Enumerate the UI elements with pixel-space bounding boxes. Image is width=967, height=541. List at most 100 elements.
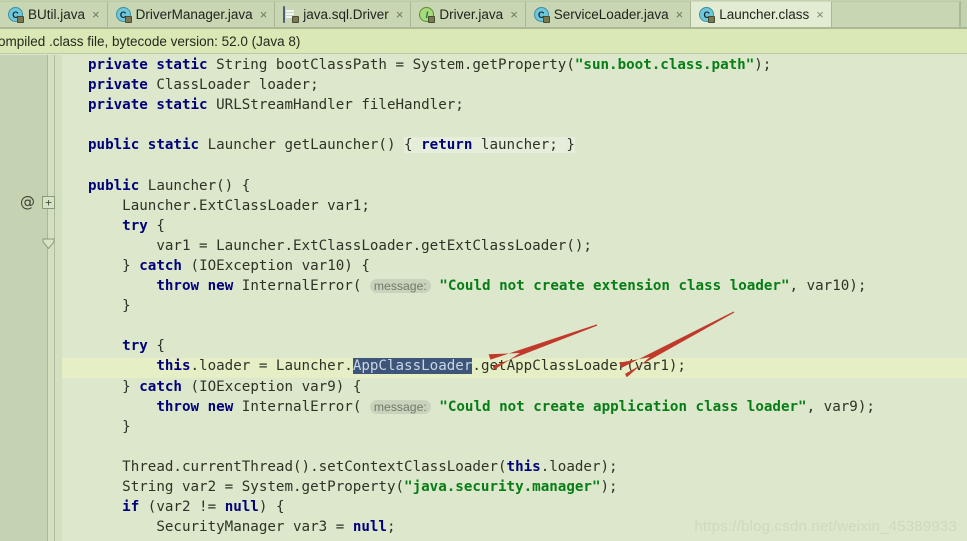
editor-tab-butil-java[interactable]: C BUtil.java × <box>0 1 108 27</box>
code-identifier: ClassLoader loader; <box>147 77 319 94</box>
code-identifier: { <box>147 217 165 234</box>
library-class-icon <box>283 6 300 23</box>
code-identifier: } <box>122 378 140 395</box>
inline-folded-keyword[interactable]: return <box>421 137 473 154</box>
code-line: private static String bootClassPath = Sy… <box>62 55 967 75</box>
fold-guide-line <box>54 55 55 541</box>
code-text-area[interactable]: private static String bootClassPath = Sy… <box>62 55 967 541</box>
code-line: if (var2 != null) { <box>62 497 967 517</box>
code-identifier: SecurityManager var3 = <box>156 519 353 536</box>
tab-bar-empty-slot <box>831 1 960 27</box>
fold-expand-icon[interactable]: + <box>42 196 55 209</box>
code-line: Launcher.ExtClassLoader var1; <box>62 196 967 216</box>
code-identifier: .loader); <box>540 458 618 475</box>
code-line: private ClassLoader loader; <box>62 75 967 95</box>
code-string-literal: "java.security.manager" <box>404 478 601 495</box>
code-keyword: private <box>88 97 148 114</box>
code-identifier: var1 = Launcher.ExtClassLoader.getExtCla… <box>156 237 592 254</box>
code-identifier: } <box>122 298 131 315</box>
code-identifier: .getAppClassLoader(var1); <box>472 358 686 375</box>
java-class-icon: C <box>533 7 550 23</box>
editor-tab-launcher-class[interactable]: C Launcher.class × <box>691 1 832 27</box>
close-icon[interactable]: × <box>676 8 684 21</box>
code-keyword: catch <box>139 257 182 274</box>
code-line: try { <box>62 216 967 236</box>
code-keyword: static <box>156 57 208 73</box>
inline-folded-block[interactable]: { <box>404 137 422 154</box>
editor-tab-java-sql-driver[interactable]: java.sql.Driver × <box>275 1 412 27</box>
code-string-literal: "Could not create application class load… <box>439 398 807 415</box>
code-line: } catch (IOException var10) { <box>62 256 967 276</box>
editor-gutter[interactable] <box>0 55 48 541</box>
editor-tab-bar: C BUtil.java × C DriverManager.java × java.sql… <box>0 0 967 27</box>
banner-text: ompiled .class file, bytecode version: 5… <box>0 33 301 49</box>
code-identifier: (var2 != <box>139 499 225 516</box>
code-keyword: static <box>156 97 208 114</box>
editor-tab-label: Driver.java <box>439 7 504 22</box>
code-identifier: ); <box>600 478 618 495</box>
code-identifier: Launcher getLauncher() <box>199 137 405 154</box>
code-keyword: throw <box>156 278 200 295</box>
code-keyword: null <box>224 499 259 516</box>
code-identifier: Launcher.ExtClassLoader var1; <box>122 197 370 214</box>
code-keyword: public <box>88 177 140 194</box>
code-keyword: this <box>156 358 191 375</box>
code-identifier <box>199 278 208 294</box>
inline-folded-block[interactable]: launcher; } <box>472 137 575 154</box>
code-identifier: , var9); <box>806 398 875 415</box>
code-identifier: (IOException var10) { <box>181 257 370 274</box>
code-keyword: new <box>207 278 234 295</box>
java-interface-icon: I <box>419 7 436 23</box>
close-icon[interactable]: × <box>816 8 824 21</box>
code-folding-strip[interactable] <box>48 55 62 541</box>
override-marker-icon[interactable]: @ <box>20 195 35 210</box>
code-keyword: try <box>122 217 148 234</box>
code-keyword: new <box>207 398 234 415</box>
code-editor[interactable]: @ + private static String bootClassPath … <box>0 55 967 541</box>
code-identifier <box>199 399 208 415</box>
parameter-hint: message: <box>369 399 431 414</box>
code-identifier: } <box>122 257 140 274</box>
code-identifier: InternalError( <box>233 278 370 295</box>
editor-tab-label: BUtil.java <box>28 7 86 22</box>
code-identifier: { <box>147 338 165 355</box>
editor-tab-label: Launcher.class <box>719 7 810 22</box>
editor-tab-drivermanager-java[interactable]: C DriverManager.java × <box>107 1 276 27</box>
code-keyword: private <box>88 57 148 73</box>
editor-window: C BUtil.java × C DriverManager.java × java.sql… <box>0 0 967 541</box>
code-identifier <box>139 137 148 153</box>
code-keyword: try <box>122 338 148 355</box>
close-icon[interactable]: × <box>260 8 268 21</box>
code-identifier <box>431 399 440 415</box>
code-line: String var2 = System.getProperty("java.s… <box>62 477 967 497</box>
close-icon[interactable]: × <box>92 8 100 21</box>
code-keyword: throw <box>156 398 200 415</box>
code-identifier: (IOException var9) { <box>181 378 362 395</box>
code-identifier: String bootClassPath = System.getPropert… <box>207 57 575 73</box>
fold-collapse-icon[interactable] <box>42 237 55 250</box>
code-line: this.loader = Launcher.AppClassLoader.ge… <box>62 356 967 376</box>
decompiled-class-banner: ompiled .class file, bytecode version: 5… <box>0 29 967 54</box>
close-icon[interactable]: × <box>510 8 518 21</box>
parameter-hint: message: <box>369 279 431 294</box>
code-line: private static URLStreamHandler fileHand… <box>62 95 967 115</box>
code-identifier <box>431 278 440 294</box>
watermark: https://blog.csdn.net/weixin_45389933 <box>694 518 957 535</box>
editor-tab-driver-java[interactable]: I Driver.java × <box>411 1 526 27</box>
close-icon[interactable]: × <box>396 8 404 21</box>
code-keyword: null <box>352 519 387 536</box>
code-keyword: if <box>122 499 140 516</box>
code-identifier: InternalError( <box>233 398 370 415</box>
editor-tab-label: java.sql.Driver <box>303 7 389 22</box>
selected-token[interactable]: AppClassLoader <box>352 358 473 375</box>
editor-tab-serviceloader-java[interactable]: C ServiceLoader.java × <box>525 1 692 27</box>
code-string-literal: "Could not create extension class loader… <box>439 278 790 295</box>
editor-tab-label: ServiceLoader.java <box>553 7 669 22</box>
code-identifier: ) { <box>258 499 285 516</box>
code-identifier: ); <box>754 57 772 73</box>
java-class-icon: C <box>115 7 132 23</box>
code-line: throw new InternalError( message: "Could… <box>62 276 967 296</box>
